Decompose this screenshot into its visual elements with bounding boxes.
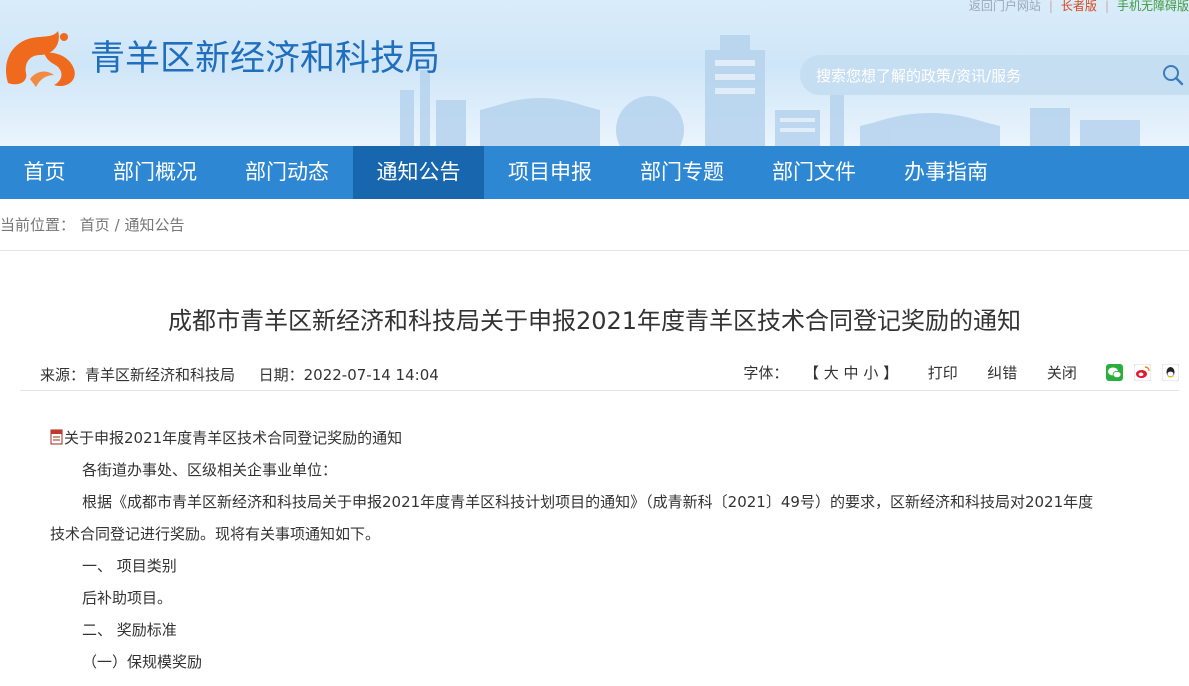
breadcrumb-home[interactable]: 首页 (80, 216, 110, 234)
nav-item-notices[interactable]: 通知公告 (353, 146, 484, 199)
subsection-heading: （一）保规模奖励 (82, 653, 203, 671)
attachment-link[interactable]: 关于申报2021年度青羊区技术合同登记奖励的通知 (50, 427, 402, 449)
meta-tools: 字体： 【 大 中 小 】 打印 纠错 关闭 (743, 362, 1179, 388)
breadcrumb-separator: / (114, 216, 120, 234)
separator: | (1048, 0, 1053, 13)
top-links: 返回门户网站 | 长者版 | 手机无障碍版 (969, 0, 1189, 14)
attachment-title[interactable]: 关于申报2021年度青羊区技术合同登记奖励的通知 (64, 429, 402, 447)
file-icon (50, 429, 63, 445)
bracket-close: 】 (883, 364, 899, 382)
nav-item-news[interactable]: 部门动态 (221, 146, 353, 199)
divider (0, 250, 1189, 251)
paragraph: 根据《成都市青羊区新经济和科技局关于申报2021年度青羊区科技计划项目的通知》（… (82, 493, 1094, 511)
weibo-icon[interactable] (1134, 364, 1152, 381)
meta-info: 来源：青羊区新经济和科技局 日期：2022-07-14 14:04 (40, 364, 439, 385)
barrier-free-link[interactable]: 手机无障碍版 (1117, 0, 1189, 13)
paragraph: 技术合同登记进行奖励。现将有关事项通知如下。 (50, 525, 381, 543)
font-large-button[interactable]: 大 (824, 364, 839, 382)
separator: | (1104, 0, 1109, 13)
nav-item-projects[interactable]: 项目申报 (484, 146, 616, 199)
breadcrumb: 当前位置： 首页 / 通知公告 (0, 214, 184, 236)
date-value: 2022-07-14 14:04 (303, 366, 439, 384)
close-button[interactable]: 关闭 (1047, 364, 1077, 382)
print-button[interactable]: 打印 (928, 364, 958, 382)
portal-link[interactable]: 返回门户网站 (969, 0, 1041, 13)
font-medium-button[interactable]: 中 (844, 364, 859, 382)
source-label: 来源： (40, 366, 86, 384)
search-icon[interactable] (1162, 64, 1184, 86)
search-input[interactable] (814, 63, 1138, 89)
correct-button[interactable]: 纠错 (987, 364, 1017, 382)
main-nav: 首页 部门概况 部门动态 通知公告 项目申报 部门专题 部门文件 办事指南 (0, 146, 1189, 199)
nav-item-overview[interactable]: 部门概况 (89, 146, 221, 199)
section-heading: 二、 奖励标准 (82, 621, 177, 639)
elder-version-link[interactable]: 长者版 (1061, 0, 1097, 13)
article-meta: 来源：青羊区新经济和科技局 日期：2022-07-14 14:04 字体： 【 … (20, 362, 1179, 391)
paragraph: 各街道办事处、区级相关企事业单位： (82, 461, 338, 479)
breadcrumb-current[interactable]: 通知公告 (124, 216, 184, 234)
article-title: 成都市青羊区新经济和科技局关于申报2021年度青羊区技术合同登记奖励的通知 (167, 307, 1022, 335)
wechat-icon[interactable] (1106, 364, 1124, 381)
paragraph: 后补助项目。 (82, 589, 173, 607)
site-header: 返回门户网站 | 长者版 | 手机无障碍版 青羊区新经济和科技局 (0, 0, 1189, 146)
nav-item-guide[interactable]: 办事指南 (880, 146, 1012, 199)
font-size-label: 字体： (743, 364, 789, 382)
site-title: 青羊区新经济和科技局 (90, 39, 441, 79)
font-small-button[interactable]: 小 (863, 364, 878, 382)
nav-item-documents[interactable]: 部门文件 (748, 146, 880, 199)
bracket-open: 【 (803, 364, 819, 382)
qq-icon[interactable] (1162, 364, 1179, 381)
nav-item-home[interactable]: 首页 (0, 146, 89, 199)
search-box (800, 55, 1189, 95)
date-label: 日期： (258, 366, 304, 384)
breadcrumb-prefix: 当前位置： (0, 216, 76, 234)
nav-item-topics[interactable]: 部门专题 (616, 146, 748, 199)
source-value: 青羊区新经济和科技局 (85, 366, 236, 384)
section-heading: 一、 项目类别 (82, 557, 177, 575)
logo-icon[interactable] (0, 23, 80, 91)
